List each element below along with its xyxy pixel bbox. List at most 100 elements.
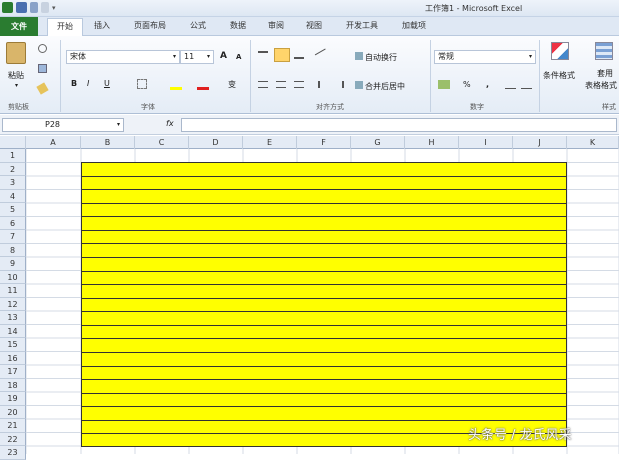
align-center-icon[interactable] (276, 81, 286, 88)
ribbon-tab-row: 文件 开始 插入 页面布局 公式 数据 审阅 视图 开发工具 加载项 (0, 17, 619, 36)
paste-button[interactable]: 粘贴 (8, 70, 24, 81)
comma-button[interactable]: , (486, 80, 489, 89)
align-middle-icon[interactable] (274, 48, 290, 62)
column-header[interactable]: C (135, 136, 189, 149)
range-row-border (82, 216, 566, 218)
row-header[interactable]: 10 (0, 270, 26, 284)
range-row-border (82, 352, 566, 353)
column-header[interactable]: B (81, 136, 135, 149)
decrease-indent-icon[interactable] (318, 81, 328, 88)
format-painter-icon[interactable] (36, 82, 49, 95)
excel-logo-icon (2, 2, 13, 13)
copy-icon[interactable] (38, 64, 47, 73)
row-header[interactable]: 5 (0, 203, 26, 217)
highlighted-range[interactable] (81, 162, 567, 447)
bold-button[interactable]: B (71, 79, 77, 88)
tab-view[interactable]: 视图 (306, 20, 322, 31)
row-header[interactable]: 17 (0, 365, 26, 379)
row-header[interactable]: 22 (0, 432, 26, 446)
row-header[interactable]: 8 (0, 243, 26, 257)
formula-input[interactable] (181, 118, 617, 132)
merge-center-button[interactable]: 合并后居中 (365, 81, 405, 92)
row-header[interactable]: 6 (0, 216, 26, 230)
column-header[interactable]: F (297, 136, 351, 149)
save-icon[interactable] (16, 2, 27, 13)
row-header[interactable]: 1 (0, 149, 26, 163)
phonetic-button[interactable]: 变 (228, 79, 236, 90)
column-header[interactable]: H (405, 136, 459, 149)
row-header[interactable]: 15 (0, 338, 26, 352)
row-header[interactable]: 4 (0, 189, 26, 203)
row-header[interactable]: 11 (0, 284, 26, 298)
column-header[interactable]: K (567, 136, 619, 149)
quick-access-toolbar: ▾ (2, 2, 56, 13)
undo-icon[interactable] (30, 2, 38, 13)
cut-icon[interactable] (38, 44, 47, 53)
column-header[interactable]: G (351, 136, 405, 149)
column-header[interactable]: E (243, 136, 297, 149)
accounting-format-icon[interactable] (438, 80, 450, 89)
row-header[interactable]: 9 (0, 257, 26, 271)
table-format-label-1[interactable]: 套用 (597, 68, 613, 79)
tab-formulas[interactable]: 公式 (190, 20, 206, 31)
wrap-text-button[interactable]: 自动换行 (365, 52, 397, 63)
tab-review[interactable]: 审阅 (268, 20, 284, 31)
tab-developer[interactable]: 开发工具 (346, 20, 378, 31)
font-size-select[interactable]: 11 ▾ (180, 50, 214, 64)
orientation-icon[interactable] (314, 48, 330, 62)
row-header[interactable]: 20 (0, 405, 26, 419)
conditional-format-button[interactable]: 条件格式 (543, 70, 575, 81)
grow-font-button[interactable]: A (220, 51, 227, 61)
tab-insert[interactable]: 插入 (94, 20, 110, 31)
percent-button[interactable]: % (463, 80, 471, 89)
font-size-value: 11 (184, 52, 195, 61)
conditional-format-icon[interactable] (551, 42, 569, 60)
paste-dropdown-icon[interactable]: ▾ (15, 82, 18, 89)
row-header[interactable]: 2 (0, 162, 26, 176)
select-all-corner[interactable] (0, 136, 26, 149)
column-header[interactable]: J (513, 136, 567, 149)
insert-function-icon[interactable]: fx (166, 119, 174, 128)
italic-button[interactable]: I (87, 79, 89, 88)
table-format-icon[interactable] (595, 42, 613, 60)
tab-page-layout[interactable]: 页面布局 (134, 20, 166, 31)
tab-data[interactable]: 数据 (230, 20, 246, 31)
font-name-select[interactable]: 宋体 ▾ (66, 50, 180, 64)
row-header[interactable]: 19 (0, 392, 26, 406)
decrease-decimal-icon[interactable] (521, 80, 532, 89)
number-format-select[interactable]: 常规 ▾ (434, 50, 536, 64)
increase-decimal-icon[interactable] (505, 80, 516, 89)
align-left-icon[interactable] (258, 81, 268, 88)
row-header[interactable]: 23 (0, 446, 26, 460)
font-color-icon[interactable] (197, 87, 209, 90)
column-header[interactable]: I (459, 136, 513, 149)
redo-icon[interactable] (41, 2, 49, 13)
customize-qat-icon[interactable]: ▾ (52, 4, 56, 12)
table-format-label-2[interactable]: 表格格式 (585, 80, 617, 91)
fill-color-icon[interactable] (170, 87, 182, 90)
shrink-font-button[interactable]: A (236, 53, 241, 61)
tab-addins[interactable]: 加载项 (402, 20, 426, 31)
row-header[interactable]: 21 (0, 419, 26, 433)
increase-indent-icon[interactable] (334, 81, 344, 88)
tab-home[interactable]: 开始 (47, 18, 83, 36)
align-top-icon[interactable] (258, 51, 268, 59)
row-header[interactable]: 13 (0, 311, 26, 325)
row-header[interactable]: 12 (0, 297, 26, 311)
range-row-border (82, 406, 566, 408)
row-header[interactable]: 18 (0, 378, 26, 392)
row-header[interactable]: 3 (0, 176, 26, 190)
align-bottom-icon[interactable] (294, 51, 304, 59)
row-header[interactable]: 7 (0, 230, 26, 244)
column-header[interactable]: A (26, 136, 81, 149)
row-header[interactable]: 16 (0, 351, 26, 365)
paste-icon[interactable] (6, 42, 26, 64)
column-header[interactable]: D (189, 136, 243, 149)
border-icon[interactable] (137, 79, 147, 89)
row-header[interactable]: 14 (0, 324, 26, 338)
name-box[interactable]: P28 ▾ (2, 118, 124, 132)
align-right-icon[interactable] (294, 81, 304, 88)
tab-file[interactable]: 文件 (0, 17, 38, 36)
underline-button[interactable]: U (104, 79, 110, 88)
font-name-value: 宋体 (70, 52, 86, 61)
